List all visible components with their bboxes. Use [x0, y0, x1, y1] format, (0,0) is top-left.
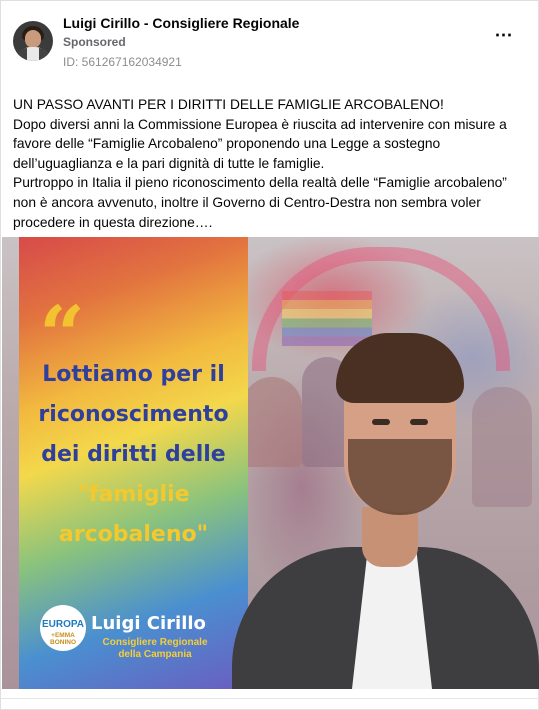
candidate-role: Consigliere Regionale	[102, 637, 208, 648]
candidate-photo	[232, 307, 539, 689]
headline-line: dei diritti delle	[41, 442, 226, 467]
sponsored-label: Sponsored	[63, 35, 126, 49]
party-logo-text: EUROPA	[41, 619, 85, 630]
profile-avatar[interactable]	[13, 21, 53, 61]
party-logo-subtext: +EMMA BONINO	[50, 632, 76, 646]
ad-card: Luigi Cirillo - Consigliere Regionale Sp…	[0, 0, 539, 710]
headline-line-highlight: arcobaleno"	[58, 522, 209, 547]
headline-line: riconoscimento	[38, 402, 229, 427]
post-header: Luigi Cirillo - Consigliere Regionale Sp…	[13, 15, 526, 71]
image-headline: Lottiamo per il riconoscimento dei dirit…	[19, 355, 248, 555]
headline-line: Lottiamo per il	[42, 362, 225, 387]
card-divider	[1, 698, 539, 699]
ad-image[interactable]: “ Lottiamo per il riconoscimento dei dir…	[2, 237, 539, 689]
page-name[interactable]: Luigi Cirillo - Consigliere Regionale	[63, 15, 299, 31]
post-line: Dopo diversi anni la Commissione Europea…	[13, 116, 507, 171]
candidate-region: della Campania	[118, 649, 192, 660]
more-options-icon[interactable]: ⋯	[492, 25, 516, 45]
post-line: UN PASSO AVANTI PER I DIRITTI DELLE FAMI…	[13, 97, 444, 112]
headline-line-highlight: "famiglie	[77, 482, 190, 507]
candidate-name: Luigi Cirillo	[91, 613, 206, 634]
post-text: UN PASSO AVANTI PER I DIRITTI DELLE FAMI…	[13, 95, 528, 232]
ad-id: ID: 561267162034921	[63, 55, 182, 69]
post-line: Purtroppo in Italia il pieno riconoscime…	[13, 175, 507, 230]
